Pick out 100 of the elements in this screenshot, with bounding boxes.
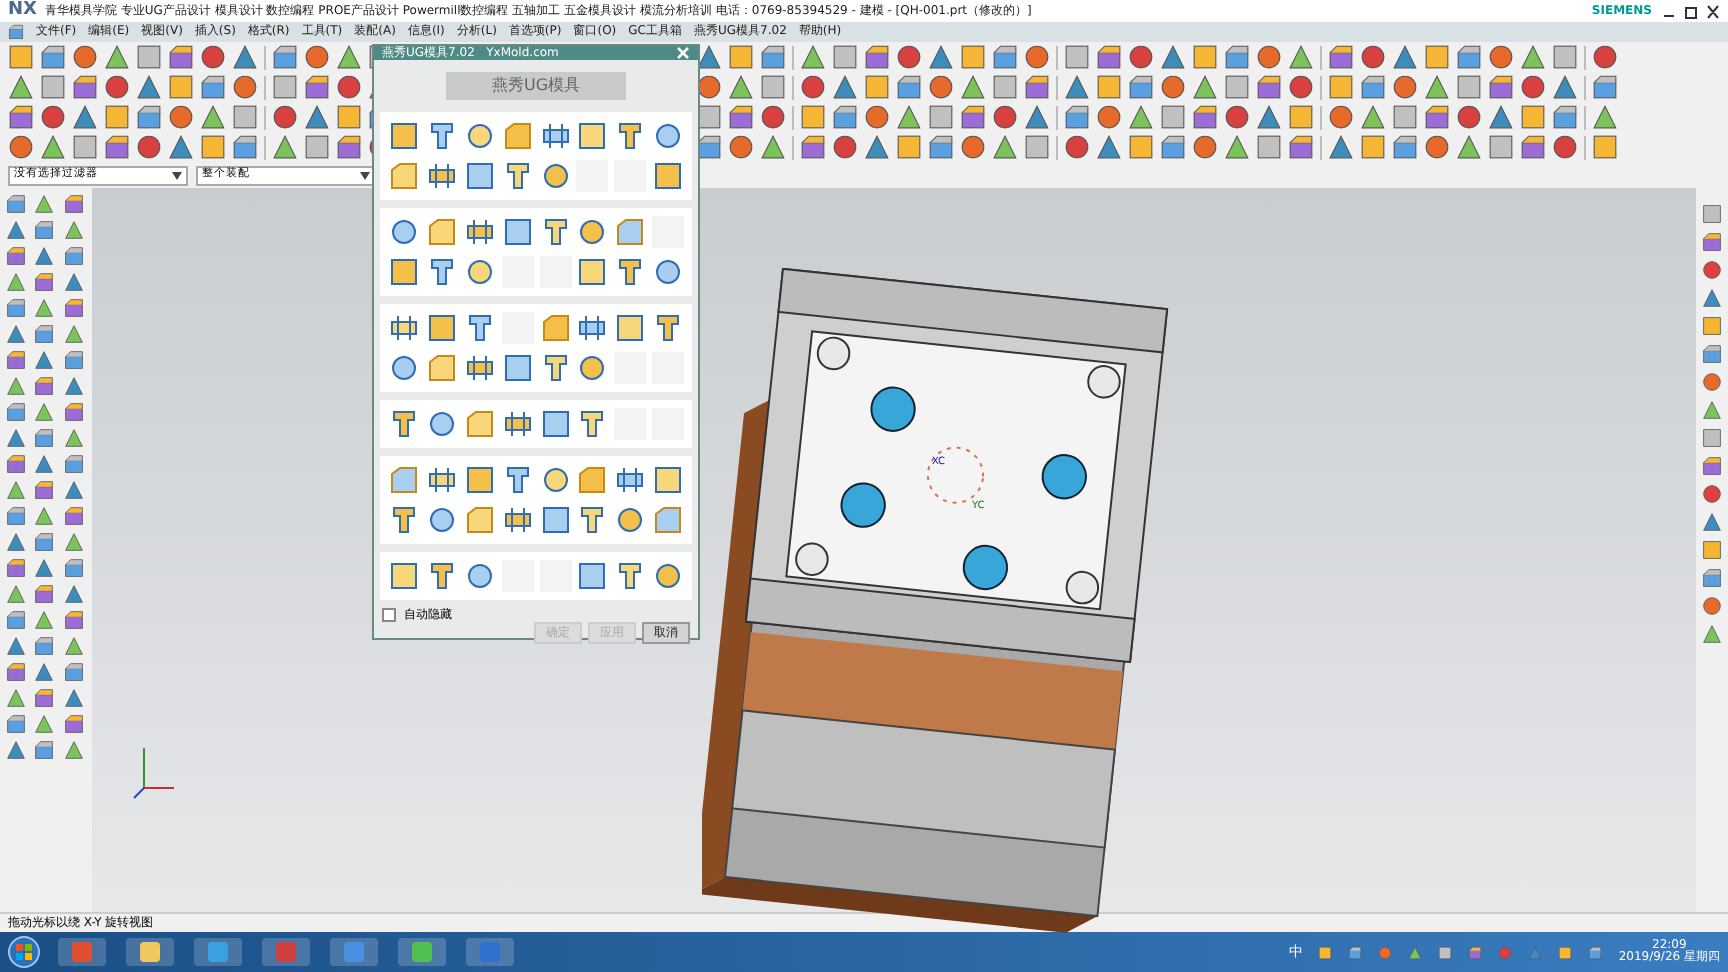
- tool-icon[interactable]: [72, 44, 98, 70]
- auto-hide-checkbox[interactable]: [382, 608, 396, 622]
- tool-icon[interactable]: [8, 104, 34, 130]
- tool-icon[interactable]: [63, 194, 84, 214]
- tool-icon[interactable]: [6, 610, 26, 630]
- tool-icon[interactable]: [34, 272, 55, 292]
- tool-icon[interactable]: [1702, 456, 1722, 476]
- tool-icon[interactable]: [6, 740, 26, 760]
- mold-tool-icon[interactable]: [576, 256, 609, 288]
- mold-tool-icon[interactable]: [501, 504, 534, 536]
- tool-icon[interactable]: [928, 104, 954, 130]
- tool-icon[interactable]: [6, 428, 26, 448]
- mold-tool-icon[interactable]: [614, 464, 647, 496]
- tool-icon[interactable]: [34, 298, 55, 318]
- tool-icon[interactable]: [1224, 134, 1250, 160]
- mold-tool-icon[interactable]: [652, 464, 685, 496]
- tool-icon[interactable]: [1128, 104, 1154, 130]
- tool-icon[interactable]: [1064, 44, 1090, 70]
- mold-tool-icon[interactable]: [463, 216, 496, 248]
- tool-icon[interactable]: [34, 610, 55, 630]
- tool-icon[interactable]: [6, 532, 26, 552]
- tool-icon[interactable]: [136, 134, 162, 160]
- mold-tool-icon[interactable]: [388, 560, 420, 592]
- mold-tool-icon[interactable]: [652, 160, 685, 192]
- taskbar-app-icon[interactable]: [192, 936, 244, 968]
- tool-icon[interactable]: [104, 134, 130, 160]
- tool-icon[interactable]: [1424, 104, 1450, 130]
- mold-tool-icon[interactable]: [388, 464, 420, 496]
- tool-icon[interactable]: [272, 74, 298, 100]
- tool-icon[interactable]: [200, 134, 226, 160]
- tool-icon[interactable]: [40, 44, 66, 70]
- tool-icon[interactable]: [63, 714, 84, 734]
- mold-tool-icon[interactable]: [425, 120, 458, 152]
- tool-icon[interactable]: [1192, 104, 1218, 130]
- mold-tool-icon[interactable]: [652, 560, 685, 592]
- tool-icon[interactable]: [6, 246, 26, 266]
- mold-tool-icon[interactable]: [463, 504, 496, 536]
- tool-icon[interactable]: [232, 104, 258, 130]
- tool-icon[interactable]: [34, 688, 55, 708]
- mold-tool-icon[interactable]: [501, 216, 534, 248]
- tool-icon[interactable]: [1096, 134, 1122, 160]
- close-icon[interactable]: [676, 46, 690, 60]
- tool-icon[interactable]: [1488, 44, 1514, 70]
- tool-icon[interactable]: [1392, 134, 1418, 160]
- tool-icon[interactable]: [34, 220, 55, 240]
- tool-icon[interactable]: [1520, 74, 1546, 100]
- tool-icon[interactable]: [1024, 134, 1050, 160]
- mold-tool-icon[interactable]: [539, 216, 571, 248]
- tool-icon[interactable]: [6, 506, 26, 526]
- tool-icon[interactable]: [1592, 104, 1618, 130]
- tool-icon[interactable]: [1224, 44, 1250, 70]
- tool-icon[interactable]: [1224, 74, 1250, 100]
- tool-icon[interactable]: [1456, 104, 1482, 130]
- mold-tool-icon[interactable]: [576, 352, 609, 384]
- tool-icon[interactable]: [34, 402, 55, 422]
- tool-icon[interactable]: [63, 662, 84, 682]
- tool-icon[interactable]: [63, 402, 84, 422]
- tool-icon[interactable]: [1360, 104, 1386, 130]
- tool-icon[interactable]: [6, 558, 26, 578]
- tool-icon[interactable]: [72, 104, 98, 130]
- tool-icon[interactable]: [63, 272, 84, 292]
- tool-icon[interactable]: [136, 74, 162, 100]
- tool-icon[interactable]: [34, 246, 55, 266]
- tool-icon[interactable]: [960, 134, 986, 160]
- tool-icon[interactable]: [1488, 134, 1514, 160]
- tool-icon[interactable]: [63, 506, 84, 526]
- tool-icon[interactable]: [6, 298, 26, 318]
- tool-icon[interactable]: [304, 44, 330, 70]
- mold-tool-icon[interactable]: [463, 408, 496, 440]
- tool-icon[interactable]: [1024, 74, 1050, 100]
- tool-icon[interactable]: [760, 74, 786, 100]
- mold-tool-icon[interactable]: [539, 352, 571, 384]
- tool-icon[interactable]: [168, 74, 194, 100]
- tool-icon[interactable]: [1488, 104, 1514, 130]
- tool-icon[interactable]: [928, 74, 954, 100]
- tool-icon[interactable]: [1096, 104, 1122, 130]
- tool-icon[interactable]: [1160, 134, 1186, 160]
- tool-icon[interactable]: [168, 134, 194, 160]
- tool-icon[interactable]: [6, 194, 26, 214]
- tool-icon[interactable]: [34, 558, 55, 578]
- tool-icon[interactable]: [1256, 104, 1282, 130]
- mold-tool-icon[interactable]: [463, 312, 496, 344]
- tool-icon[interactable]: [896, 44, 922, 70]
- mold-tool-icon[interactable]: [539, 312, 571, 344]
- tool-icon[interactable]: [1024, 44, 1050, 70]
- tool-icon[interactable]: [1256, 134, 1282, 160]
- tool-icon[interactable]: [40, 134, 66, 160]
- tool-icon[interactable]: [272, 44, 298, 70]
- mold-tool-icon[interactable]: [501, 160, 534, 192]
- mold-tool-icon[interactable]: [614, 504, 647, 536]
- mold-tool-icon[interactable]: [425, 464, 458, 496]
- tool-icon[interactable]: [63, 246, 84, 266]
- mold-tool-icon[interactable]: [425, 160, 458, 192]
- tool-icon[interactable]: [336, 74, 362, 100]
- tool-icon[interactable]: [1360, 74, 1386, 100]
- tool-icon[interactable]: [1128, 134, 1154, 160]
- mold-tool-icon[interactable]: [463, 160, 496, 192]
- mold-tool-icon[interactable]: [576, 560, 609, 592]
- mold-tool-icon[interactable]: [425, 216, 458, 248]
- tool-icon[interactable]: [1024, 104, 1050, 130]
